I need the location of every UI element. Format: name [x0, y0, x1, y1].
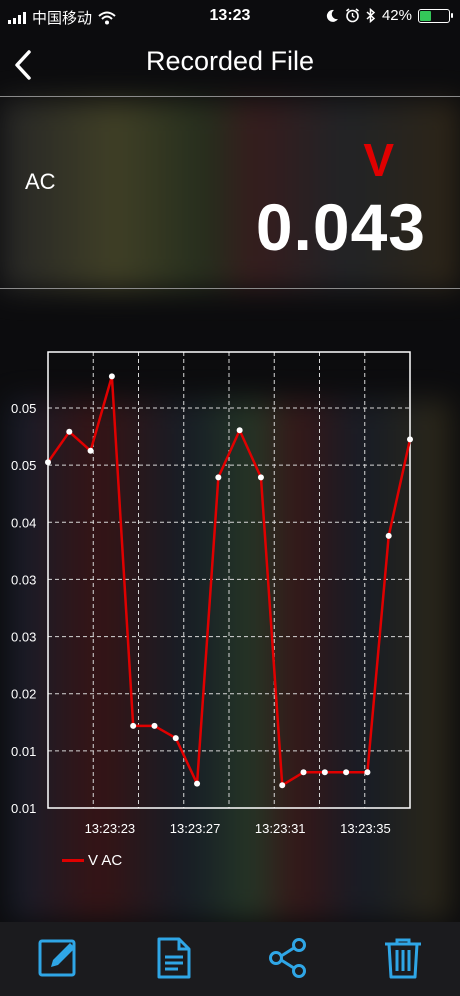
- pencil-icon: [38, 939, 76, 977]
- legend-label: V AC: [88, 852, 123, 869]
- data-point: [172, 735, 179, 742]
- x-tick-label: 13:23:31: [255, 821, 306, 836]
- reading-panel: AC V 0.043: [0, 97, 460, 287]
- data-point: [151, 722, 158, 729]
- page-title: Recorded File: [145, 46, 315, 76]
- delete-button[interactable]: [381, 936, 425, 980]
- battery-icon: [418, 8, 453, 23]
- y-tick-label: 0.04: [11, 515, 36, 530]
- y-tick-label: 0.03: [11, 630, 36, 645]
- reading-value: 0.043: [255, 190, 426, 264]
- data-point: [364, 769, 371, 776]
- navigation-bar: Recorded File: [0, 34, 460, 94]
- chart-svg: 0.05 0.05 0.04 0.03 0.03 0.02 0.01 0.01 13:23:23…: [11, 351, 413, 836]
- x-tick-label: 13:23:35: [340, 821, 391, 836]
- y-tick-label: 0.05: [11, 458, 36, 473]
- share-button[interactable]: [266, 936, 310, 980]
- y-tick-label: 0.02: [11, 687, 36, 702]
- edit-button[interactable]: [37, 936, 81, 980]
- data-point: [407, 436, 413, 443]
- bottom-toolbar: [0, 922, 460, 996]
- bluetooth-icon: [366, 8, 376, 23]
- y-tick-label: 0.05: [11, 401, 36, 416]
- data-point: [108, 373, 115, 380]
- data-point: [343, 769, 350, 776]
- x-tick-label: 13:23:27: [170, 821, 221, 836]
- data-point: [257, 474, 264, 481]
- data-point: [66, 428, 73, 435]
- battery-percent: 42%: [381, 7, 412, 24]
- data-point: [236, 427, 243, 434]
- y-tick-label: 0.03: [11, 572, 36, 587]
- y-tick-label: 0.01: [11, 744, 36, 759]
- trash-icon: [385, 938, 421, 979]
- y-tick-label: 0.01: [11, 801, 36, 816]
- document-button[interactable]: [152, 936, 196, 980]
- data-point: [321, 769, 328, 776]
- data-point: [279, 782, 286, 789]
- data-point: [194, 780, 201, 787]
- document-icon: [157, 937, 191, 979]
- mode-label: AC: [25, 169, 56, 194]
- unit-label: V: [363, 134, 394, 186]
- legend-swatch: [62, 859, 84, 862]
- voltage-chart: 0.05 0.05 0.04 0.03 0.03 0.02 0.01 0.01 13:23:23…: [0, 340, 460, 836]
- chart-legend: V AC: [62, 852, 122, 869]
- share-icon: [269, 938, 306, 978]
- x-tick-label: 13:23:23: [85, 821, 136, 836]
- data-point: [215, 474, 222, 481]
- data-point: [87, 447, 94, 454]
- data-point: [45, 459, 51, 466]
- alarm-icon: [345, 8, 359, 23]
- data-point: [300, 769, 307, 776]
- data-point: [130, 722, 137, 729]
- reading-divider: [0, 288, 460, 289]
- moon-icon: [326, 9, 338, 22]
- data-point: [385, 532, 392, 539]
- status-bar: 中国移动 13:23 42%: [0, 0, 460, 34]
